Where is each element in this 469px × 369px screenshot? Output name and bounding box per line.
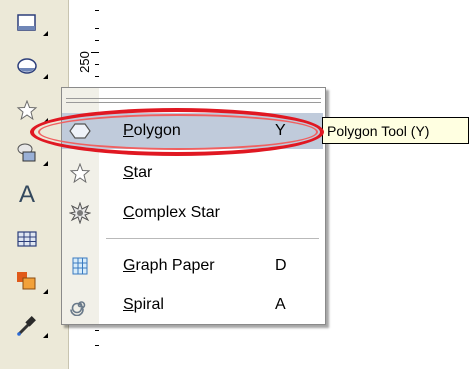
menu-item-shortcut: Y bbox=[275, 122, 286, 139]
shape-tools-flyout-menu: Polygon Y Star Complex Star Graph Paper … bbox=[61, 87, 326, 325]
polygon-star-tool-icon[interactable] bbox=[10, 95, 48, 125]
menu-grip[interactable] bbox=[66, 98, 321, 99]
toolbox: A bbox=[0, 0, 69, 369]
menu-item-shortcut: A bbox=[275, 296, 286, 313]
menu-item-label: Complex Star bbox=[123, 204, 220, 221]
text-tool-icon[interactable]: A bbox=[10, 180, 44, 210]
star-icon bbox=[68, 161, 92, 185]
polygon-icon bbox=[68, 119, 92, 143]
polygon-tool-tooltip: Polygon Tool (Y) bbox=[322, 117, 469, 144]
menu-separator bbox=[106, 238, 319, 239]
menu-item-complex-star[interactable]: Complex Star bbox=[62, 195, 323, 231]
ruler-label: 250 bbox=[76, 51, 92, 73]
ellipse-tool-icon[interactable] bbox=[10, 51, 48, 81]
menu-item-star[interactable]: Star bbox=[62, 155, 323, 191]
menu-item-label: Polygon bbox=[123, 122, 181, 139]
menu-item-label: Graph Paper bbox=[123, 257, 215, 274]
complex-star-icon bbox=[68, 201, 92, 225]
menu-item-label: Spiral bbox=[123, 296, 164, 313]
menu-item-shortcut: D bbox=[275, 257, 287, 274]
basic-shapes-tool-icon[interactable] bbox=[10, 138, 48, 168]
interactive-tool-icon[interactable] bbox=[10, 266, 48, 296]
menu-grip-line bbox=[66, 102, 321, 103]
table-tool-icon[interactable] bbox=[10, 224, 44, 254]
spiral-icon bbox=[68, 293, 92, 317]
graph-paper-icon bbox=[68, 254, 92, 278]
menu-item-polygon[interactable]: Polygon Y bbox=[62, 113, 323, 149]
menu-item-graph-paper[interactable]: Graph Paper D bbox=[62, 248, 323, 284]
rectangle-tool-icon[interactable] bbox=[10, 8, 48, 38]
eyedropper-tool-icon[interactable] bbox=[10, 310, 48, 340]
menu-item-label: Star bbox=[123, 164, 153, 181]
menu-item-spiral[interactable]: Spiral A bbox=[62, 287, 323, 323]
